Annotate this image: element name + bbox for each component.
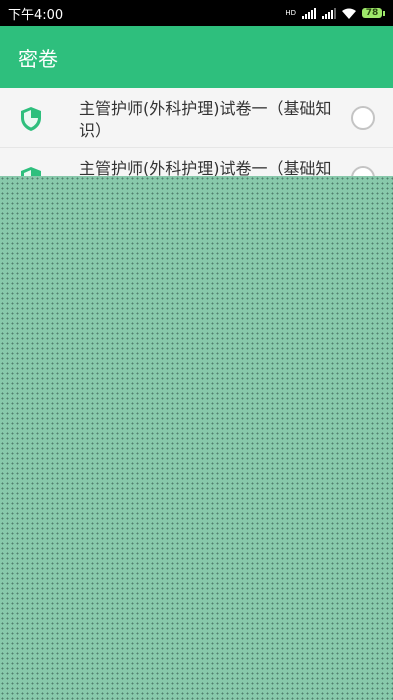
wifi-icon: [342, 8, 356, 19]
network-type-label: HD: [285, 8, 296, 17]
list-item-label: 主管护师(外科护理)试卷一（基础知识）: [79, 99, 332, 140]
battery-icon: 78: [362, 8, 385, 18]
status-bar: 下午4:00 HD 78: [0, 0, 393, 26]
app-bar: 密卷: [0, 26, 393, 88]
loading-overlay: [0, 176, 393, 700]
signal-icon-2: [322, 7, 336, 19]
battery-level: 78: [362, 8, 382, 18]
status-time: 下午4:00: [8, 7, 64, 23]
list-item[interactable]: 主管护师(外科护理)试卷一（基础知识）: [0, 88, 393, 148]
page-title: 密卷: [18, 46, 58, 71]
signal-icon: [302, 7, 316, 19]
shield-check-icon: [21, 107, 41, 131]
select-radio[interactable]: [351, 106, 375, 130]
status-icons: HD 78: [285, 7, 385, 19]
